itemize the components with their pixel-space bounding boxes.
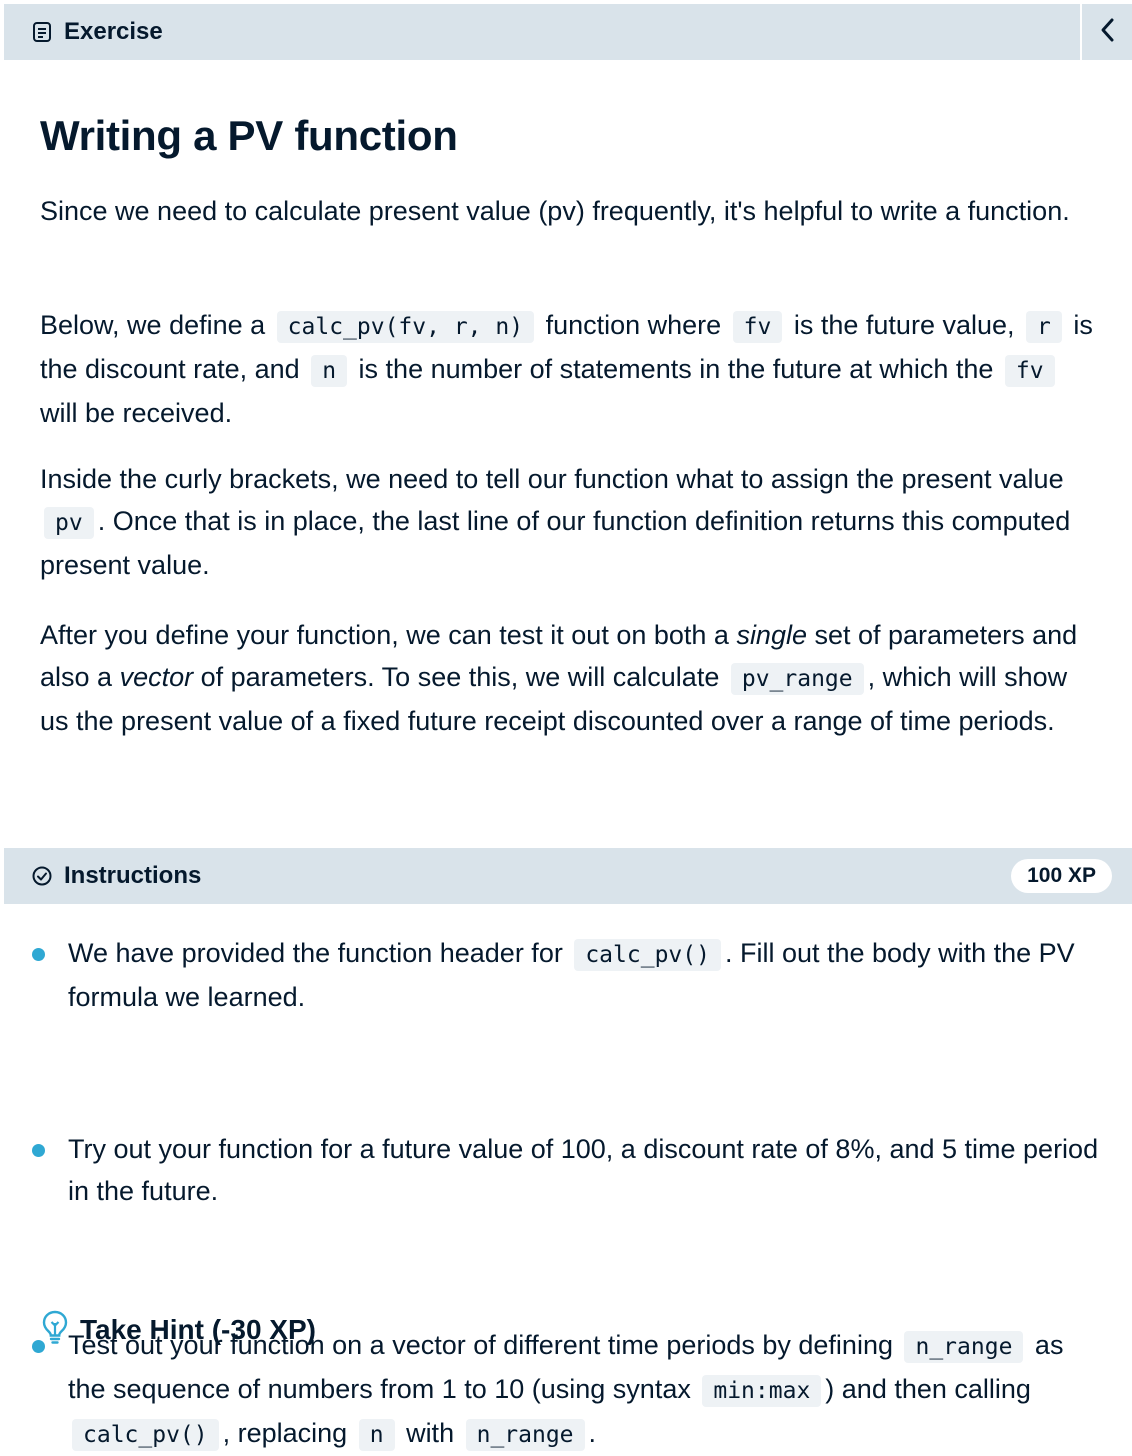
- emphasis: vector: [119, 662, 194, 692]
- text-span: is the future value,: [786, 310, 1023, 340]
- text-span: , replacing: [222, 1418, 355, 1448]
- inline-code: min:max: [702, 1375, 822, 1407]
- bullet-icon: [32, 948, 45, 961]
- text-span: will be received.: [40, 398, 233, 428]
- text-span: Inside the curly brackets, we need to te…: [40, 464, 1064, 494]
- exercise-header: Exercise: [4, 4, 1080, 60]
- collapse-button[interactable]: [1082, 4, 1132, 60]
- text-span: with: [398, 1418, 462, 1448]
- emphasis: single: [736, 620, 807, 650]
- text-span: After you define your function, we can t…: [40, 620, 737, 650]
- exercise-content: Writing a PV function Since we need to c…: [40, 100, 1100, 736]
- inline-code: n: [311, 355, 348, 387]
- exercise-paragraph-3: Inside the curly brackets, we need to te…: [40, 458, 1100, 586]
- exercise-header-title: Exercise: [64, 18, 163, 45]
- text-span: Try out your function for a future value…: [68, 1134, 1099, 1206]
- lightbulb-icon: [42, 1310, 68, 1349]
- chevron-left-icon: [1099, 17, 1115, 48]
- exercise-paragraph-4: After you define your function, we can t…: [40, 614, 1100, 742]
- inline-code: calc_pv(): [72, 1419, 219, 1451]
- instructions-header: Instructions 100 XP: [4, 848, 1132, 904]
- exercise-paragraph-1: Since we need to calculate present value…: [40, 196, 1070, 226]
- text-span: . Once that is in place, the last line o…: [40, 506, 1071, 580]
- instruction-item: We have provided the function header for…: [28, 932, 1108, 1018]
- document-icon: [32, 21, 52, 43]
- instructions-list: We have provided the function header for…: [28, 932, 1108, 1451]
- inline-code: n: [358, 1419, 395, 1451]
- check-circle-icon: [32, 866, 52, 886]
- inline-code: pv: [44, 507, 94, 539]
- text-span: of parameters. To see this, we will calc…: [193, 662, 727, 692]
- inline-code: fv: [1004, 355, 1055, 387]
- take-hint-label: Take Hint (-30 XP): [80, 1313, 316, 1345]
- xp-badge: 100 XP: [1011, 859, 1112, 893]
- inline-code: calc_pv(): [574, 939, 721, 971]
- text-span: Below, we define a: [40, 310, 273, 340]
- inline-code: n_range: [904, 1331, 1024, 1363]
- exercise-paragraph-2: Below, we define a calc_pv(fv, r, n) fun…: [40, 304, 1100, 434]
- exercise-title: Writing a PV function: [40, 112, 458, 159]
- text-span: function where: [538, 310, 729, 340]
- instructions-header-title: Instructions: [64, 862, 202, 889]
- inline-code: n_range: [465, 1419, 585, 1451]
- inline-code: fv: [732, 311, 783, 343]
- inline-code: calc_pv(fv, r, n): [276, 311, 535, 343]
- text-span: is the number of statements in the futur…: [351, 354, 1001, 384]
- take-hint-button[interactable]: Take Hint (-30 XP): [42, 1310, 316, 1349]
- instruction-item: Try out your function for a future value…: [28, 1128, 1108, 1212]
- text-span: .: [588, 1418, 597, 1448]
- inline-code: r: [1026, 311, 1062, 343]
- bullet-icon: [32, 1144, 45, 1157]
- text-span: We have provided the function header for: [68, 938, 571, 968]
- inline-code: pv_range: [730, 663, 864, 695]
